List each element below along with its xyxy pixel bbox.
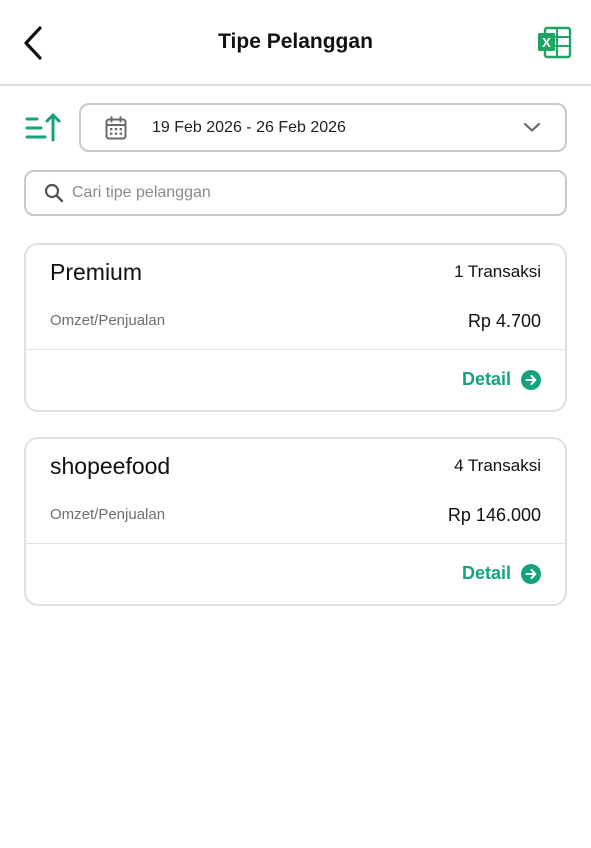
customer-type-name: Premium	[50, 259, 143, 285]
transaction-count: 4 Transaksi	[454, 456, 541, 475]
card-divider	[26, 349, 565, 350]
omzet-label: Omzet/Penjualan	[50, 312, 166, 329]
chevron-down-icon	[523, 122, 541, 132]
app-header: Tipe Pelanggan X	[0, 0, 591, 86]
sort-ascending-icon	[25, 113, 61, 142]
svg-text:X: X	[542, 35, 551, 50]
card-divider	[26, 543, 565, 544]
calendar-icon	[105, 116, 127, 140]
customer-type-card: shopeefood 4 Transaksi Omzet/Penjualan R…	[24, 437, 567, 606]
search-icon	[44, 183, 64, 203]
export-excel-button[interactable]: X	[536, 26, 572, 60]
omzet-value: Rp 4.700	[467, 311, 541, 331]
sort-button[interactable]	[24, 112, 62, 144]
page-title: Tipe Pelanggan	[218, 30, 373, 53]
detail-button[interactable]: Detail	[462, 369, 541, 390]
detail-label: Detail	[461, 563, 511, 583]
arrow-right-circle-icon	[521, 563, 541, 584]
omzet-value: Rp 146.000	[447, 505, 541, 525]
date-range-label: 19 Feb 2026 - 26 Feb 2026	[152, 119, 346, 136]
search-bar	[24, 170, 567, 216]
date-range-picker[interactable]: 19 Feb 2026 - 26 Feb 2026	[79, 103, 567, 152]
customer-type-name: shopeefood	[50, 453, 171, 479]
detail-button[interactable]: Detail	[462, 563, 541, 584]
transaction-count: 1 Transaksi	[454, 262, 541, 281]
omzet-label: Omzet/Penjualan	[50, 506, 166, 523]
detail-label: Detail	[461, 369, 511, 389]
arrow-right-circle-icon	[521, 369, 541, 390]
customer-type-card: Premium 1 Transaksi Omzet/Penjualan Rp 4…	[24, 243, 567, 412]
search-input[interactable]	[72, 180, 542, 206]
excel-icon: X	[538, 26, 572, 59]
